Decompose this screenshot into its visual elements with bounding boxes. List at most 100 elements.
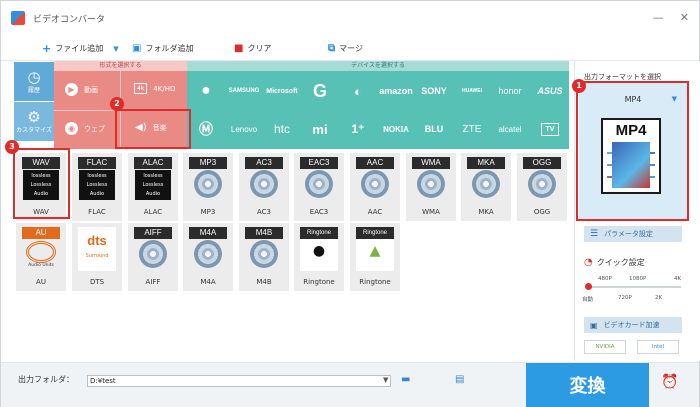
format-tile-ogg[interactable]: OGG OGG <box>517 153 567 221</box>
dts-icon: dts Surround <box>78 227 116 271</box>
category-history-label: 履歴 <box>27 86 40 94</box>
au-sub-label: Audio Units <box>28 263 54 268</box>
m4b-icon: M4B <box>245 227 283 271</box>
disc-icon <box>139 240 167 268</box>
sony-device[interactable]: SONY <box>415 72 453 110</box>
format-tile-wma[interactable]: WMA WMA <box>406 153 456 221</box>
ringtone-android-icon: Ringtone ▲ <box>356 227 394 271</box>
format-tile-alac[interactable]: ALAC lossless Lossless Audio ALAC <box>128 153 178 221</box>
category-custom[interactable]: ⚙ カスタマイズ <box>14 102 54 141</box>
clear-label: クリア <box>247 44 272 53</box>
4k-icon: 4k <box>134 83 148 94</box>
lenovo-device[interactable]: Lenovo <box>225 110 263 148</box>
format-tile-aac[interactable]: AAC AAC <box>350 153 400 221</box>
format-header: 形式を選択する <box>54 61 187 71</box>
add-folder-label: フォルダ追加 <box>145 44 194 53</box>
wma-icon: WMA <box>412 157 450 201</box>
format-tile-label: WMA <box>422 208 440 216</box>
parameter-settings-button[interactable]: ☰ パラメータ設定 <box>584 226 682 242</box>
disc-icon <box>417 170 445 198</box>
chevron-down-icon[interactable]: ▼ <box>383 376 388 384</box>
format-tile-aiff[interactable]: AIFF AIFF <box>128 223 178 291</box>
gpu-acceleration-label: ビデオカード加速 <box>603 321 660 329</box>
clock-icon: ◷ <box>27 67 41 86</box>
mi-device[interactable]: mi <box>301 110 339 148</box>
alcatel-device[interactable]: alcatel <box>491 110 529 148</box>
quality-slider[interactable] <box>585 286 681 288</box>
format-tile-m4a[interactable]: M4A M4A <box>183 223 233 291</box>
format-tile-label: FLAC <box>88 208 106 216</box>
tv-icon: TV <box>540 122 560 136</box>
format-badge: dts <box>87 233 107 248</box>
tv-device[interactable]: TV <box>531 110 569 148</box>
samsung-device[interactable]: SAMSUNG <box>225 72 263 110</box>
gpu-acceleration-button[interactable]: ▣ ビデオカード加速 <box>584 317 682 333</box>
mp3-icon: MP3 <box>189 157 227 201</box>
format-tile-label: MP3 <box>200 208 216 216</box>
close-icon[interactable]: ✕ <box>680 11 689 24</box>
htc-device[interactable]: htc <box>263 110 301 148</box>
format-tile-ringtone-android[interactable]: Ringtone ▲ Ringtone <box>350 223 400 291</box>
category-history[interactable]: ◷ 履歴 <box>14 62 54 101</box>
format-4k-button[interactable]: 4k 4K/HD <box>134 83 175 94</box>
format-tile-dts[interactable]: dts Surround DTS <box>72 223 122 291</box>
output-folder-input[interactable]: D:¥test <box>87 375 391 387</box>
blu-device[interactable]: BLU <box>415 110 453 148</box>
lossless-text: Audio <box>145 191 161 197</box>
format-tile-au[interactable]: AU Audio Units AU <box>16 223 66 291</box>
asus-device[interactable]: ASUS <box>531 72 569 110</box>
format-tile-mka[interactable]: MKA MKA <box>461 153 511 221</box>
google-device[interactable]: G <box>301 72 339 110</box>
device-header: デバイスを選択する <box>187 61 569 71</box>
disc-icon <box>361 170 389 198</box>
format-tile-label: OGG <box>533 208 551 216</box>
quick-settings-label: クイック設定 <box>596 258 645 267</box>
play-icon: ▶ <box>65 83 78 96</box>
huawei-device[interactable]: HUAWEI <box>453 72 491 110</box>
clear-button[interactable]: ■ クリア <box>234 43 271 54</box>
minimize-icon[interactable]: — <box>653 11 664 24</box>
disc-icon <box>194 170 222 198</box>
chrome-icon: ◉ <box>65 122 78 135</box>
format-tile-ac3[interactable]: AC3 AC3 <box>239 153 289 221</box>
convert-button[interactable]: 変換 <box>526 363 649 407</box>
format-tile-eac3[interactable]: EAC3 EAC3 <box>294 153 344 221</box>
format-video-button[interactable]: ▶ 動画 <box>65 83 98 96</box>
format-badge: EAC3 <box>300 157 338 169</box>
add-folder-button[interactable]: ▣ フォルダ追加 <box>132 43 193 54</box>
dropdown-icon[interactable]: ▼ <box>113 45 118 53</box>
zte-device[interactable]: ZTE <box>453 110 491 148</box>
format-tile-flac[interactable]: FLAC lossless Lossless Audio FLAC <box>72 153 122 221</box>
nokia-device[interactable]: NOKIA <box>377 110 415 148</box>
add-file-button[interactable]: + ファイル追加 ▼ <box>42 42 119 55</box>
honor-device[interactable]: honor <box>491 72 529 110</box>
apple-device[interactable]: ● <box>187 72 225 110</box>
merge-button[interactable]: ⧉ マージ <box>328 43 363 54</box>
format-tile-m4b[interactable]: M4B M4B <box>239 223 289 291</box>
lossless-text: lossless <box>143 173 163 179</box>
format-tile-mp3[interactable]: MP3 MP3 <box>183 153 233 221</box>
format-badge: MP3 <box>189 157 227 169</box>
aiff-icon: AIFF <box>134 227 172 271</box>
browse-folder-icon[interactable]: ▤ <box>455 374 464 385</box>
lg-device[interactable]: ◐ <box>339 72 377 110</box>
microsoft-device[interactable]: Microsoft <box>263 72 301 110</box>
format-tile-label: M4A <box>200 278 216 286</box>
motorola-device[interactable]: Ⓜ <box>187 110 225 148</box>
output-folder-label: 出力フォルダ： <box>18 375 74 384</box>
alarm-clock-icon[interactable]: ⏰ <box>661 374 678 390</box>
open-folder-icon[interactable]: ▬ <box>401 374 410 385</box>
oneplus-icon: 1⁺ <box>351 122 365 136</box>
merge-icon: ⧉ <box>328 43 336 54</box>
format-web-button[interactable]: ◉ ウェブ <box>65 122 105 135</box>
format-tile-label: AIFF <box>145 278 161 286</box>
slider-tick-label: 1080P <box>629 276 647 282</box>
motorola-icon: Ⓜ <box>199 121 213 137</box>
slider-handle[interactable] <box>585 283 592 290</box>
format-tile-ringtone-apple[interactable]: Ringtone ● Ringtone <box>294 223 344 291</box>
format-badge: FLAC <box>78 157 116 169</box>
disc-icon <box>250 170 278 198</box>
chip-icon: ▣ <box>590 320 598 330</box>
amazon-device[interactable]: amazon <box>377 72 415 110</box>
oneplus-device[interactable]: 1⁺ <box>339 110 377 148</box>
